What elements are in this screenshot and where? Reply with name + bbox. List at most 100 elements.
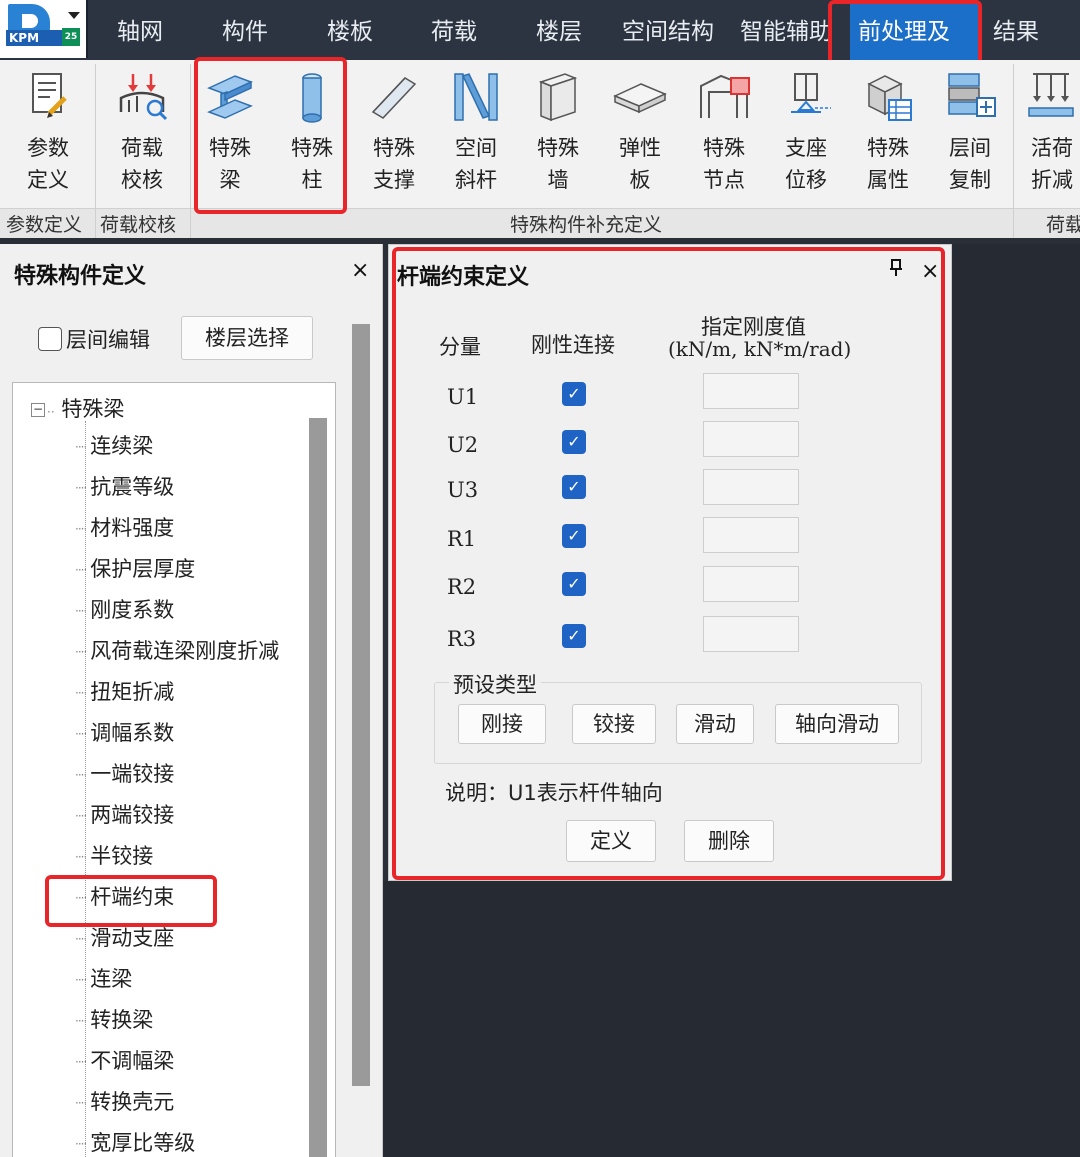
node-icon <box>700 74 750 118</box>
tool-label-line2: 定义 <box>27 168 69 192</box>
load-check-icon <box>119 74 168 121</box>
preset-axial-slide-button[interactable]: 轴向滑动 <box>775 704 899 744</box>
tool-label-line1: 特殊 <box>703 136 745 160</box>
tool-label-line2: 墙 <box>547 168 569 192</box>
tree-item[interactable]: ···· 半铰接 <box>75 841 153 871</box>
tree-item[interactable]: ···· 宽厚比等级 <box>75 1128 195 1157</box>
close-icon[interactable]: × <box>921 259 939 284</box>
copy-layer-icon <box>948 73 996 117</box>
tree-item[interactable]: ···· 转换梁 <box>75 1005 153 1035</box>
menu-axis-grid[interactable]: 轴网 <box>117 0 163 60</box>
tree-item[interactable]: ···· 转换壳元 <box>75 1087 174 1117</box>
delete-button[interactable]: 删除 <box>684 820 774 862</box>
special-wall-button[interactable]: 特殊墙 <box>520 64 596 204</box>
load-check-button[interactable]: 荷载 校核 <box>104 64 180 204</box>
layer-select-button[interactable]: 楼层选择 <box>181 316 313 360</box>
column-icon <box>302 73 322 123</box>
row-label-u1: U1 <box>447 385 479 409</box>
special-property-button[interactable]: 特殊 属性 <box>850 64 926 204</box>
tool-label-line2: 折减 <box>1031 168 1073 192</box>
logo-dropdown-icon[interactable] <box>68 12 80 19</box>
app-logo[interactable]: KPM 25 <box>0 0 88 58</box>
tool-label-line2: 支撑 <box>373 168 415 192</box>
menu-members[interactable]: 构件 <box>222 0 268 60</box>
tool-label-line2: 复制 <box>949 168 991 192</box>
steel-beam-icon <box>207 75 253 119</box>
preset-rigid-button[interactable]: 刚接 <box>458 704 546 744</box>
menu-slab[interactable]: 楼板 <box>327 0 373 60</box>
menu-smart-assist[interactable]: 智能辅助 <box>740 0 846 60</box>
rigid-checkbox-u1[interactable]: ✓ <box>562 382 586 406</box>
canvas-area-lower[interactable] <box>383 881 1080 1157</box>
tree-item-selected[interactable]: ···· 杆端约束 <box>75 882 174 912</box>
spatial-diagonal-button[interactable]: 空间 斜杆 <box>438 64 514 204</box>
group-label-param: 参数定义 <box>6 214 83 236</box>
tree-item[interactable]: ···· 滑动支座 <box>75 923 174 953</box>
ribbon-toolbar: 参数 定义 荷载 校核 特殊梁 特殊 柱 特殊 支撑 空间 斜杆 特殊 墙 弹性… <box>0 60 1080 238</box>
live-load-reduction-icon <box>1028 73 1074 117</box>
pin-icon[interactable] <box>889 259 903 282</box>
column-header-rigid: 刚性连接 <box>531 333 615 357</box>
tree-item[interactable]: ···· 连梁 <box>75 964 132 994</box>
stiffness-input-r3[interactable] <box>703 616 799 652</box>
tree-item[interactable]: ···· 风荷载连梁刚度折减 <box>75 636 279 666</box>
tool-label-line2: 柱 <box>301 168 323 192</box>
tool-label-line1: 特殊 <box>209 136 251 160</box>
tree-item[interactable]: ···· 调幅系数 <box>75 718 174 748</box>
logo-text: KPM <box>6 30 66 46</box>
member-tree: − ·· 特殊梁 ···· 连续梁 ···· 抗震等级 ···· 材料强度 ···· 保护… <box>12 382 336 1157</box>
special-brace-button[interactable]: 特殊 支撑 <box>356 64 432 204</box>
layer-edit-checkbox[interactable] <box>38 327 62 351</box>
special-node-button[interactable]: 特殊 节点 <box>686 64 762 204</box>
preset-hinge-button[interactable]: 铰接 <box>572 704 656 744</box>
rigid-checkbox-r3[interactable]: ✓ <box>562 624 586 648</box>
collapse-icon[interactable]: − <box>31 403 45 417</box>
support-displacement-button[interactable]: 支座 位移 <box>768 64 844 204</box>
rigid-checkbox-r2[interactable]: ✓ <box>562 572 586 596</box>
menu-spatial-structure[interactable]: 空间结构 <box>622 0 714 60</box>
define-button[interactable]: 定义 <box>566 820 656 862</box>
stiffness-input-u3[interactable] <box>703 469 799 505</box>
preset-slide-button[interactable]: 滑动 <box>676 704 754 744</box>
tree-item[interactable]: ···· 一端铰接 <box>75 759 174 789</box>
tree-item[interactable]: ···· 不调幅梁 <box>75 1046 174 1076</box>
tree-root-special-beam[interactable]: − ·· 特殊梁 <box>31 393 124 423</box>
tree-item[interactable]: ···· 抗震等级 <box>75 472 174 502</box>
tool-label-line2: 梁 <box>219 168 241 192</box>
rigid-checkbox-u3[interactable]: ✓ <box>562 475 586 499</box>
menu-results[interactable]: 结果 <box>993 0 1039 60</box>
note-text: 说明：U1表示杆件轴向 <box>445 781 663 805</box>
special-beam-button[interactable]: 特殊梁 <box>192 64 268 204</box>
dialog-title: 杆端约束定义 <box>397 265 530 290</box>
param-define-button[interactable]: 参数 定义 <box>10 64 86 204</box>
tree-item[interactable]: ···· 两端铰接 <box>75 800 174 830</box>
menu-floor[interactable]: 楼层 <box>536 0 582 60</box>
panel-scrollbar[interactable] <box>352 324 370 1086</box>
tree-item[interactable]: ···· 刚度系数 <box>75 595 174 625</box>
rigid-checkbox-u2[interactable]: ✓ <box>562 430 586 454</box>
rigid-checkbox-r1[interactable]: ✓ <box>562 524 586 548</box>
column-header-stiffness-unit: (kN/m, kN*m/rad) <box>668 337 852 361</box>
plate-icon <box>613 83 667 114</box>
tool-label-line2: 板 <box>629 168 651 192</box>
copy-between-floors-button[interactable]: 层间 复制 <box>932 64 1008 204</box>
stiffness-input-u2[interactable] <box>703 421 799 457</box>
panel-title: 特殊构件定义 <box>14 264 147 289</box>
menu-load[interactable]: 荷载 <box>431 0 477 60</box>
tree-item[interactable]: ···· 材料强度 <box>75 513 174 543</box>
live-load-reduction-button[interactable]: 活荷 折减 <box>1014 64 1080 204</box>
tree-item[interactable]: ···· 扭矩折减 <box>75 677 174 707</box>
tree-item[interactable]: ···· 连续梁 <box>75 431 153 461</box>
layer-edit-checkbox-row[interactable]: 层间编辑 <box>38 324 150 352</box>
elastic-plate-button[interactable]: 弹性板 <box>602 64 678 204</box>
close-icon[interactable]: × <box>351 258 369 283</box>
stiffness-input-u1[interactable] <box>703 373 799 409</box>
row-label-r3: R3 <box>447 627 477 651</box>
stiffness-input-r2[interactable] <box>703 566 799 602</box>
menu-preprocess[interactable]: 前处理及 <box>850 0 978 60</box>
stiffness-input-r1[interactable] <box>703 517 799 553</box>
tree-scrollbar[interactable] <box>309 418 327 1157</box>
special-column-button[interactable]: 特殊柱 <box>274 64 350 204</box>
support-displacement-icon <box>791 73 831 113</box>
tree-item[interactable]: ···· 保护层厚度 <box>75 554 195 584</box>
